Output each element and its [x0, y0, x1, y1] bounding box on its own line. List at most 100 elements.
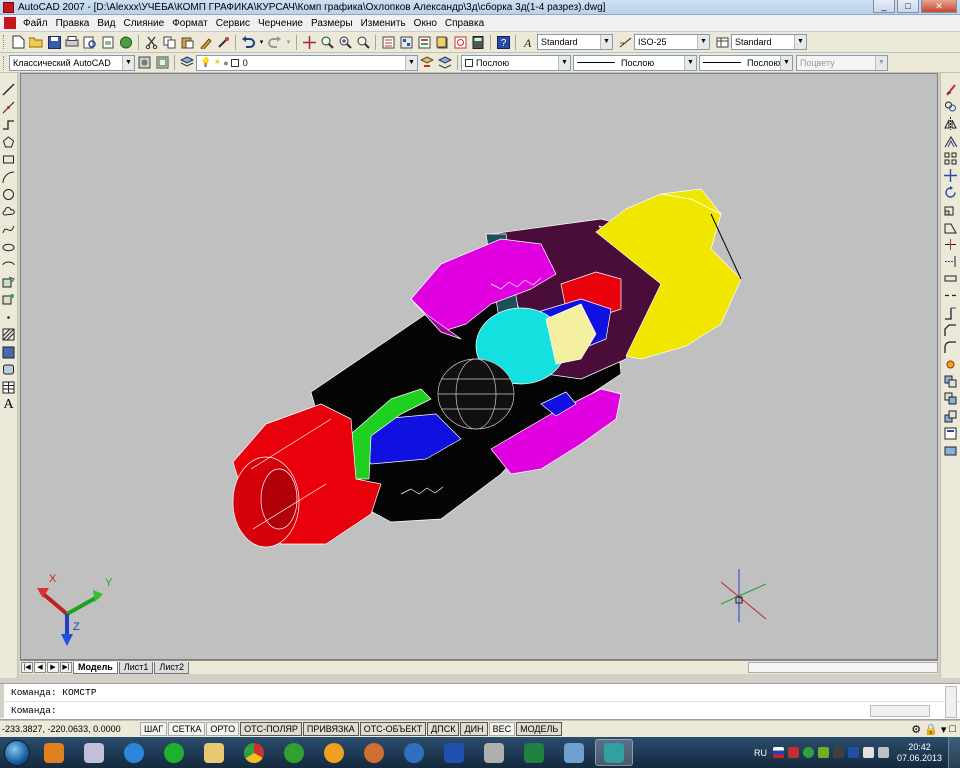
taskbar-ball-app[interactable] [355, 739, 393, 766]
network-icon[interactable] [862, 747, 874, 758]
draworder-icon[interactable] [943, 374, 958, 390]
taskbar-media-player[interactable] [35, 739, 73, 766]
mirror-icon[interactable] [943, 116, 958, 132]
toolbar-grip[interactable] [3, 35, 6, 49]
taskbar-chrome[interactable] [235, 739, 273, 766]
zoom-previous-icon[interactable] [355, 34, 371, 50]
fillet-icon[interactable] [943, 339, 958, 355]
print-icon[interactable] [64, 34, 80, 50]
workspace-extra-icon[interactable] [154, 55, 170, 71]
table-icon[interactable] [1, 380, 16, 396]
workspace-select[interactable]: Классический AutoCAD ▼ [9, 54, 135, 71]
redo-icon[interactable] [267, 34, 283, 50]
dyn-toggle[interactable]: ДИН [460, 722, 488, 736]
layer-select[interactable]: 💡 ☀ ● 0 ▼ [196, 54, 418, 71]
block-editor-icon[interactable] [215, 34, 231, 50]
match-properties-icon[interactable] [197, 34, 213, 50]
menu-view[interactable]: Вид [93, 18, 119, 29]
sheet-set-icon[interactable] [434, 34, 450, 50]
tray-sync-icon[interactable] [802, 747, 814, 758]
ortho-toggle[interactable]: ОРТО [206, 722, 240, 736]
3d-dwf-icon[interactable] [118, 34, 134, 50]
rotate-icon[interactable] [943, 185, 958, 201]
zoom-realtime-icon[interactable] [319, 34, 335, 50]
tab-model[interactable]: Модель [73, 661, 118, 674]
menu-tools[interactable]: Сервис [212, 18, 254, 29]
layer-manager-icon[interactable] [179, 55, 195, 71]
taskbar-aimp[interactable] [315, 739, 353, 766]
bring-to-front-icon[interactable] [943, 391, 958, 407]
menu-file[interactable]: Файл [19, 18, 52, 29]
tab-sheet2[interactable]: Лист2 [154, 661, 189, 674]
taskbar-utorrent[interactable] [275, 739, 313, 766]
status-menu-icon[interactable]: ▾ [941, 723, 947, 736]
hatch-icon[interactable] [1, 327, 16, 343]
taskbar-crest-app[interactable] [75, 739, 113, 766]
array-icon[interactable] [943, 150, 958, 166]
menu-dimension[interactable]: Размеры [307, 18, 357, 29]
lweight-toggle[interactable]: ВЕС [488, 722, 516, 736]
break-at-point-icon[interactable] [943, 271, 958, 287]
next-tab-button[interactable]: ▶ [47, 662, 59, 673]
ellipse-icon[interactable] [1, 240, 16, 256]
tab-sheet1[interactable]: Лист1 [118, 661, 154, 674]
stretch-icon[interactable] [943, 219, 958, 235]
break-icon[interactable] [943, 288, 958, 304]
text-style-select[interactable]: Standard ▼ [537, 34, 613, 50]
multiline-text-icon[interactable]: A [1, 397, 16, 413]
paste-icon[interactable] [179, 34, 195, 50]
polygon-icon[interactable] [1, 135, 16, 151]
tool-palettes-icon[interactable] [416, 34, 432, 50]
dim-style-select[interactable]: ISO-25 ▼ [634, 34, 710, 50]
calculator-icon[interactable] [470, 34, 486, 50]
help-icon[interactable]: ? [495, 34, 511, 50]
circle-icon[interactable] [1, 187, 16, 203]
cursor-coordinates[interactable]: -233.3827, -220.0633, 0.0000 [0, 722, 140, 736]
horizontal-scrollbar[interactable] [748, 662, 938, 673]
menu-format[interactable]: Формат [168, 18, 212, 29]
erase-icon[interactable] [943, 82, 958, 98]
model-space-viewport[interactable]: X Y Z [20, 73, 938, 660]
polar-toggle[interactable]: ОТС-ПОЛЯР [240, 722, 302, 736]
color-select[interactable]: Послою ▼ [461, 54, 571, 71]
publish-icon[interactable] [100, 34, 116, 50]
taskbar-doc-app[interactable] [555, 739, 593, 766]
make-block-icon[interactable] [1, 292, 16, 308]
first-tab-button[interactable]: |◀ [21, 662, 33, 673]
trim-icon[interactable] [943, 236, 958, 252]
explode-icon[interactable] [943, 357, 958, 373]
move-icon[interactable] [943, 168, 958, 184]
flag-icon[interactable] [772, 747, 784, 758]
toolbar-grip[interactable] [3, 55, 6, 70]
table-style-select[interactable]: Standard ▼ [731, 34, 807, 50]
taskbar-3d-app[interactable] [475, 739, 513, 766]
undo-icon[interactable] [240, 34, 256, 50]
construction-line-icon[interactable] [1, 100, 16, 116]
language-indicator[interactable]: RU [750, 748, 771, 758]
text-style-icon[interactable]: A [520, 34, 536, 50]
menu-modify[interactable]: Изменить [357, 18, 410, 29]
design-center-icon[interactable] [398, 34, 414, 50]
taskbar-word[interactable] [435, 739, 473, 766]
redo-dropdown-icon[interactable]: ▾ [285, 34, 292, 50]
command-scrollbar[interactable] [945, 686, 957, 718]
menu-window[interactable]: Окно [410, 18, 441, 29]
print-preview-icon[interactable] [82, 34, 98, 50]
taskbar-network-app[interactable] [395, 739, 433, 766]
offset-icon[interactable] [943, 133, 958, 149]
spline-icon[interactable] [1, 222, 16, 238]
command-prompt[interactable]: Команда: [0, 701, 960, 718]
polyline-icon[interactable] [1, 117, 16, 133]
line-icon[interactable] [1, 82, 16, 98]
clock[interactable]: 20:42 07.06.2013 [891, 742, 948, 764]
start-button[interactable] [0, 737, 34, 768]
text-above-icon[interactable] [943, 425, 958, 441]
region-icon[interactable] [1, 362, 16, 378]
ellipse-arc-icon[interactable] [1, 257, 16, 273]
extend-icon[interactable] [943, 253, 958, 269]
pan-icon[interactable] [301, 34, 317, 50]
linetype-select[interactable]: Послою ▼ [573, 54, 697, 71]
make-object-layer-current-icon[interactable] [419, 55, 435, 71]
volume-icon[interactable] [877, 747, 889, 758]
maximize-button[interactable]: □ [897, 0, 919, 13]
